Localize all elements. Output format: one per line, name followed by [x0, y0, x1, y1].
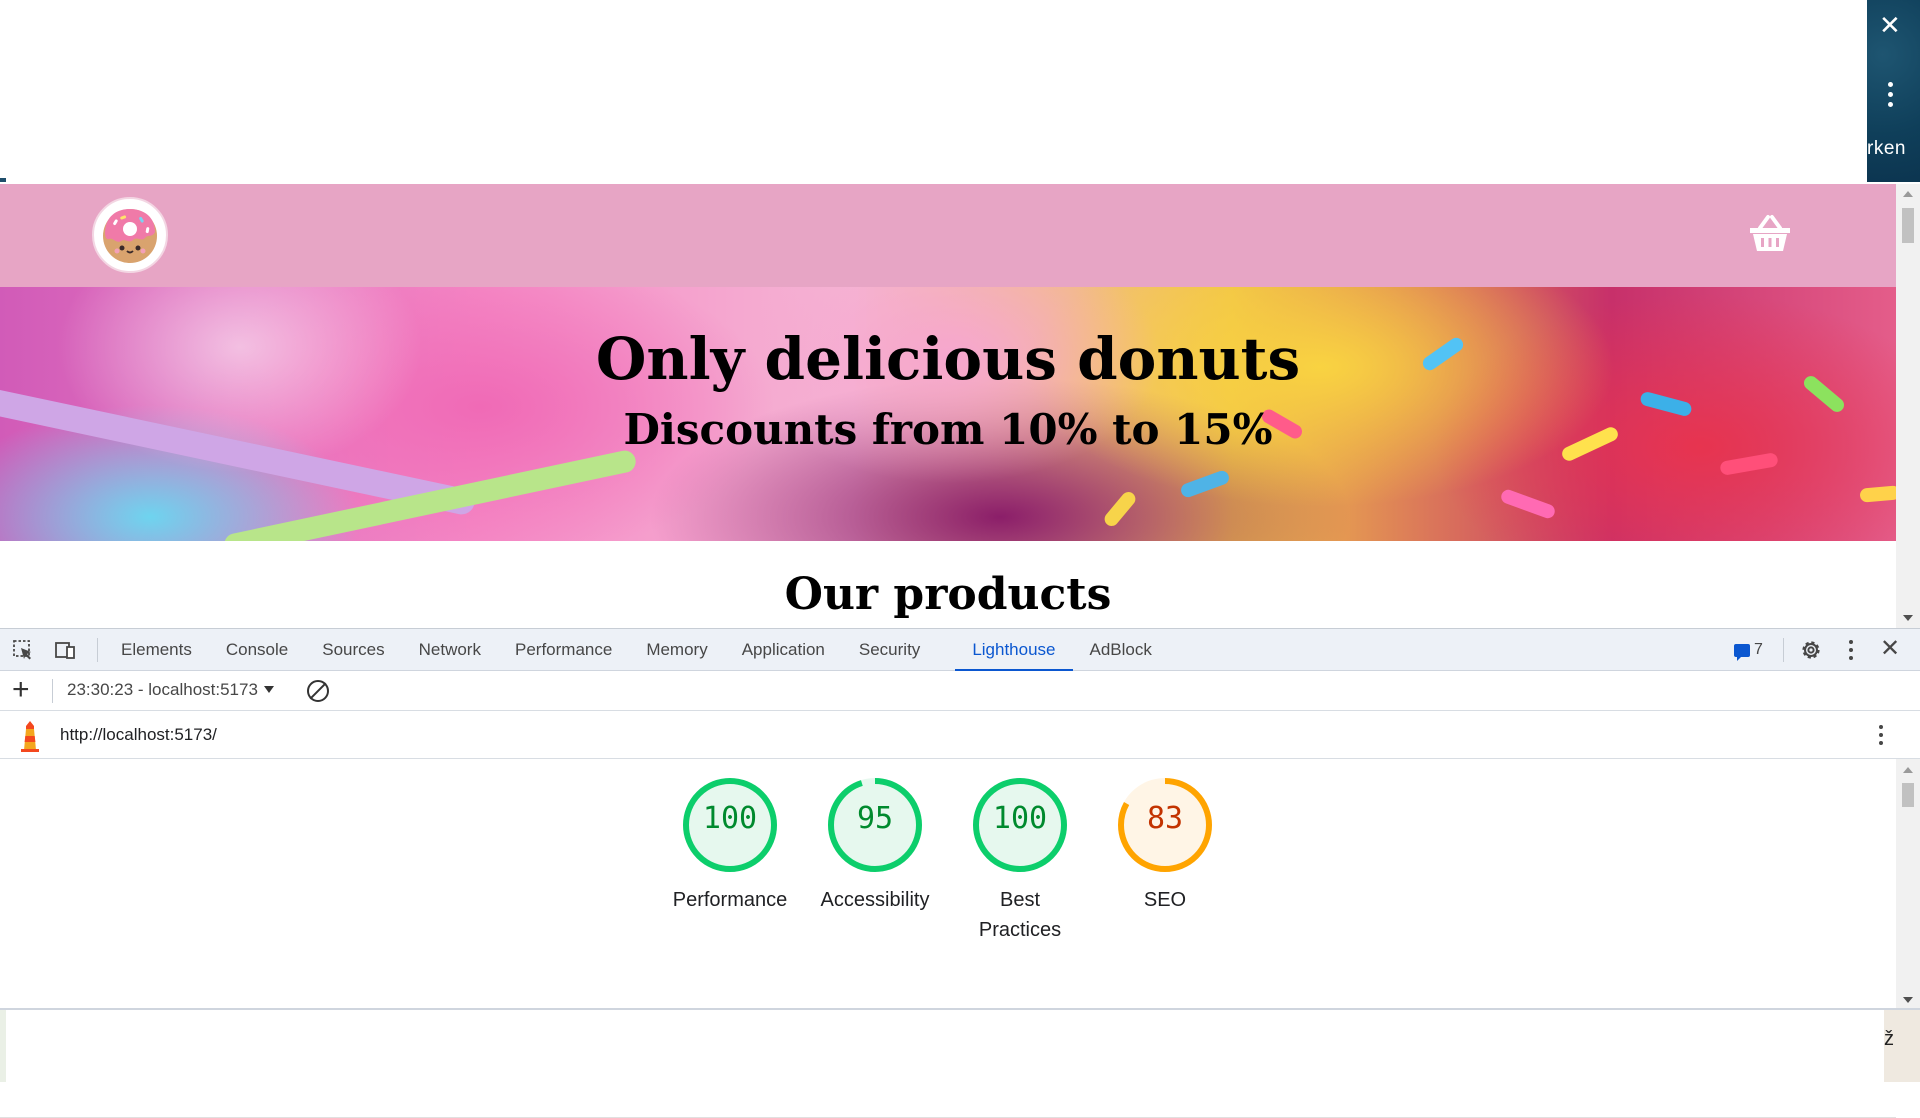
tab-performance[interactable]: Performance: [498, 629, 629, 671]
tab-application[interactable]: Application: [725, 629, 842, 671]
tab-elements[interactable]: Elements: [104, 629, 209, 671]
close-devtools-icon[interactable]: ✕: [1880, 637, 1900, 661]
tab-security[interactable]: Security: [842, 629, 937, 671]
toolbar-divider: [97, 638, 98, 662]
scroll-down-arrow-icon[interactable]: [1903, 615, 1913, 621]
close-icon[interactable]: ✕: [1879, 12, 1901, 38]
gauge-label: Best Practices: [978, 889, 1062, 941]
settings-gear-icon[interactable]: [1799, 638, 1823, 662]
sprinkle: [1859, 485, 1896, 503]
gauge-score: 100: [992, 801, 1048, 836]
score-gauge-best-practices[interactable]: 100 Best Practices: [960, 775, 1080, 945]
bottom-right-corner: ž: [1884, 1010, 1920, 1082]
side-panel: ✕ rken: [1867, 0, 1920, 182]
site-header: [0, 184, 1896, 287]
inspect-element-icon[interactable]: [12, 639, 34, 661]
toolbar-divider: [52, 679, 53, 703]
sprinkle: [1499, 487, 1557, 521]
gauge-score: 95: [856, 801, 894, 836]
report-selector-label: 23:30:23 - localhost:5173: [67, 680, 258, 699]
issues-count: 7: [1754, 641, 1763, 658]
gauge-label: SEO: [1143, 889, 1187, 911]
gauge-score: 83: [1146, 801, 1184, 836]
scroll-up-arrow-icon[interactable]: [1903, 767, 1913, 773]
devtools-tabs: Elements Console Sources Network Perform…: [104, 629, 1169, 671]
devtools-panel: Elements Console Sources Network Perform…: [0, 628, 1920, 1118]
bottom-left-edge: [0, 1010, 6, 1082]
lighthouse-url-bar: http://localhost:5173/: [0, 711, 1920, 759]
gauge-score: 100: [702, 801, 758, 836]
scroll-up-arrow-icon[interactable]: [1903, 191, 1913, 197]
tab-network[interactable]: Network: [402, 629, 498, 671]
site-scrollbar[interactable]: [1896, 184, 1920, 628]
tab-console[interactable]: Console: [209, 629, 305, 671]
website-viewport: Only delicious donuts Discounts from 10%…: [0, 184, 1896, 628]
section-title: Our products: [784, 569, 1112, 620]
score-gauge-performance[interactable]: 100 Performance: [670, 775, 790, 915]
bottom-bar: ž: [0, 1008, 1920, 1082]
more-options-icon[interactable]: [1888, 82, 1894, 112]
report-more-options-icon[interactable]: [1879, 725, 1885, 749]
side-panel-text: rken: [1867, 138, 1906, 159]
hero-subtitle: Discounts from 10% to 15%: [623, 405, 1273, 454]
lighthouse-toolbar: + 23:30:23 - localhost:5173: [0, 671, 1920, 711]
scroll-thumb[interactable]: [1902, 783, 1914, 807]
edge-marker: [0, 178, 6, 182]
score-gauge-seo[interactable]: 83 SEO: [1105, 775, 1225, 915]
tab-lighthouse[interactable]: Lighthouse: [955, 629, 1073, 671]
score-gauge-accessibility[interactable]: 95 Accessibility: [815, 775, 935, 915]
devtools-tabbar: Elements Console Sources Network Perform…: [0, 629, 1920, 671]
tab-sources[interactable]: Sources: [305, 629, 401, 671]
new-report-plus-icon[interactable]: +: [12, 675, 30, 705]
sprinkle: [1179, 468, 1231, 500]
sprinkle: [1101, 489, 1139, 529]
scroll-down-arrow-icon[interactable]: [1903, 997, 1913, 1003]
toolbar-divider: [1783, 638, 1784, 662]
audited-url[interactable]: http://localhost:5173/: [60, 725, 217, 745]
sprinkle: [1719, 452, 1779, 476]
report-scrollbar[interactable]: [1896, 759, 1920, 1009]
donut-logo[interactable]: [92, 197, 168, 273]
tab-memory[interactable]: Memory: [629, 629, 724, 671]
tab-adblock[interactable]: AdBlock: [1073, 629, 1169, 671]
hero-banner: Only delicious donuts Discounts from 10%…: [0, 287, 1896, 541]
page-top-blank-area: [0, 0, 1867, 184]
device-toolbar-icon[interactable]: [54, 639, 76, 661]
lighthouse-report-body: 100 Performance 95 Accessibility 100 Best Pra…: [0, 759, 1896, 1118]
clear-reports-icon[interactable]: [307, 680, 329, 702]
gauge-label: Performance: [672, 889, 788, 911]
report-selector[interactable]: 23:30:23 - localhost:5173: [67, 680, 274, 700]
gauge-label: Accessibility: [820, 889, 930, 911]
issues-icon: [1734, 643, 1750, 661]
lighthouse-logo-icon: [21, 721, 39, 752]
dropdown-caret-icon: [263, 686, 274, 693]
issues-badge[interactable]: 7: [1734, 639, 1763, 661]
scroll-thumb[interactable]: [1902, 208, 1914, 243]
donut-icon: [103, 209, 157, 263]
bottom-right-glyph: ž: [1884, 1028, 1894, 1050]
more-options-icon[interactable]: [1849, 640, 1855, 664]
basket-icon[interactable]: [1748, 214, 1792, 254]
hero-title: Only delicious donuts: [595, 325, 1301, 393]
